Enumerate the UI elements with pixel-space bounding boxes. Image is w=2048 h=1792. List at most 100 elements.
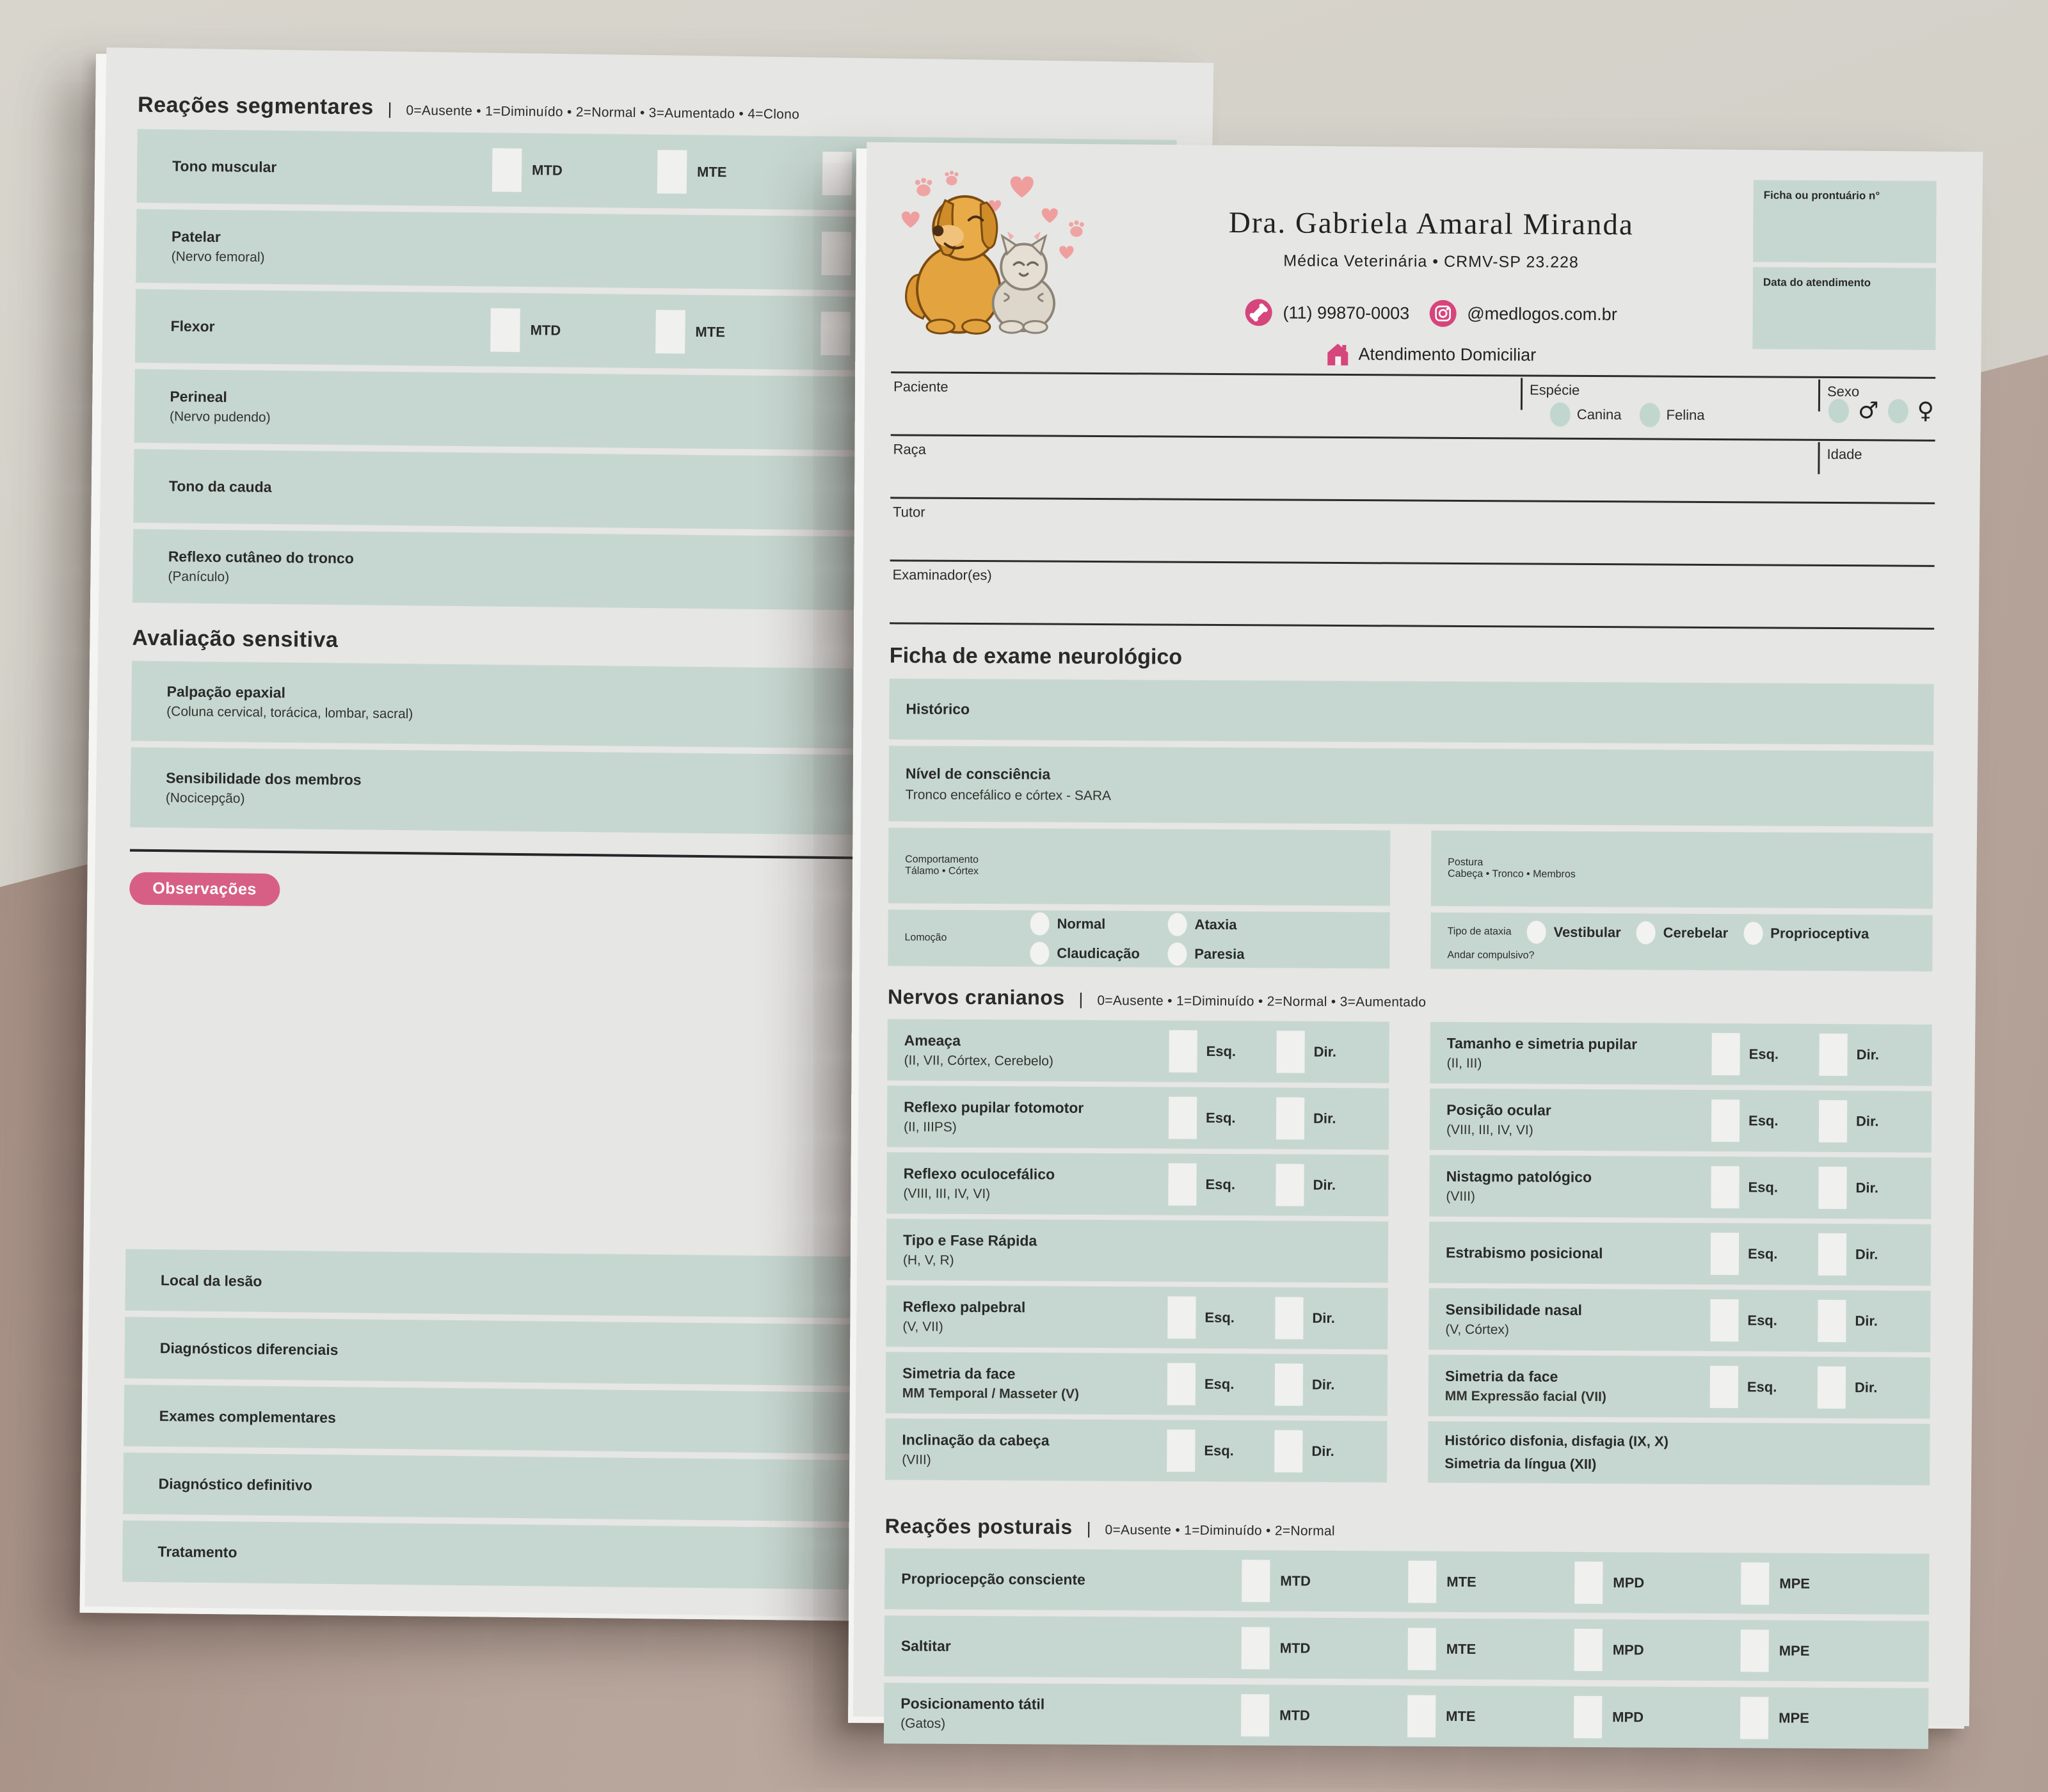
score-box-dir[interactable] — [1819, 1100, 1847, 1142]
row-sensibilidade-nasal[interactable]: Sensibilidade nasal(V, Córtex) Esq. Dir. — [1428, 1288, 1930, 1352]
checkbox-proprioceptiva[interactable] — [1743, 922, 1763, 945]
checkbox-paresia[interactable] — [1167, 943, 1187, 966]
row-propriocepcao[interactable]: Propriocepção consciente MTD MTE MPD MPE — [884, 1548, 1929, 1615]
limb-label: MTD — [1280, 1640, 1311, 1656]
row-ameaca[interactable]: Ameaça(II, VII, Córtex, Cerebelo) Esq. D… — [887, 1019, 1389, 1083]
row-inclinacao-cabeca[interactable]: Inclinação da cabeça(VIII) Esq. Dir. — [885, 1418, 1387, 1482]
limb-label: MTD — [532, 162, 563, 179]
score-box-dir[interactable] — [1818, 1300, 1846, 1342]
segment-legend: 0=Ausente • 1=Diminuído • 2=Normal • 3=A… — [406, 103, 799, 122]
field-nivel-consciencia[interactable]: Nível de consciência Tronco encefálico e… — [888, 746, 1933, 827]
field-historico[interactable]: Histórico — [889, 678, 1933, 745]
checkbox-vestibular[interactable] — [1526, 921, 1546, 944]
row-estrabismo[interactable]: Estrabismo posicional Esq. Dir. — [1429, 1222, 1931, 1286]
score-box-mpd[interactable] — [1574, 1561, 1603, 1603]
score-box-dir[interactable] — [1276, 1097, 1304, 1139]
row-sublabel: (VIII) — [902, 1452, 1167, 1469]
score-box-esq[interactable] — [1167, 1363, 1196, 1405]
doctor-role: Médica Veterinária • CRMV-SP 23.228 — [1109, 251, 1753, 273]
row-label: Reflexo palpebral — [902, 1298, 1167, 1316]
score-box-esq[interactable] — [1167, 1430, 1195, 1472]
row-saltitar[interactable]: Saltitar MTD MTE MPD MPE — [884, 1615, 1929, 1682]
score-box-mtd[interactable] — [1241, 1694, 1269, 1736]
row-sublabel: (II, VII, Córtex, Cerebelo) — [904, 1053, 1169, 1069]
row-posicao-ocular[interactable]: Posição ocular(VIII, III, IV, VI) Esq. D… — [1430, 1089, 1932, 1153]
checkbox-normal[interactable] — [1030, 912, 1049, 935]
row-label: Reflexo pupilar fotomotor — [904, 1098, 1169, 1117]
score-box-esq[interactable] — [1710, 1366, 1738, 1408]
score-box-mte[interactable] — [1408, 1628, 1436, 1670]
score-box-esq[interactable] — [1169, 1030, 1197, 1073]
score-box-mpd[interactable] — [1574, 1695, 1602, 1738]
row-reflexo-pupilar[interactable]: Reflexo pupilar fotomotor(II, IIIPS) Esq… — [887, 1085, 1389, 1149]
record-number-box[interactable]: Ficha ou prontuário n° — [1753, 180, 1937, 262]
row-tipo-fase-rapida[interactable]: Tipo e Fase Rápida(H, V, R) — [886, 1219, 1388, 1283]
score-box-mtd[interactable] — [1242, 1627, 1270, 1669]
score-box-esq[interactable] — [1711, 1166, 1739, 1208]
score-box-esq[interactable] — [1169, 1097, 1197, 1139]
phone-number: (11) 99870-0003 — [1283, 303, 1410, 323]
score-box-mte[interactable] — [1408, 1560, 1436, 1603]
field-postura[interactable]: Postura Cabeça • Tronco • Membros — [1431, 831, 1933, 909]
checkbox-ataxia[interactable] — [1167, 913, 1187, 936]
score-box-mtd[interactable] — [1242, 1560, 1270, 1602]
checkbox-cerebelar[interactable] — [1636, 921, 1656, 944]
checkbox-canina[interactable] — [1550, 403, 1571, 427]
score-box-mpe[interactable] — [1741, 1562, 1769, 1604]
row-nistagmo[interactable]: Nistagmo patológico(VIII) Esq. Dir. — [1429, 1155, 1931, 1219]
field-tutor[interactable]: Tutor — [890, 499, 1935, 565]
checkbox-felina[interactable] — [1639, 403, 1660, 427]
score-box-dir[interactable] — [1818, 1366, 1846, 1409]
score-box-dir[interactable] — [1275, 1363, 1303, 1405]
row-posicionamento-tatil[interactable]: Posicionamento tátil (Gatos) MTD MTE MPD… — [884, 1683, 1928, 1749]
score-box-mpe[interactable] — [1740, 1697, 1768, 1739]
row-tamanho-pupilar[interactable]: Tamanho e simetria pupilar(II, III) Esq.… — [1430, 1022, 1932, 1086]
row-reflexo-oculocefalico[interactable]: Reflexo oculocefálico(VIII, III, IV, VI)… — [886, 1152, 1388, 1216]
score-box-mte[interactable] — [657, 150, 687, 193]
score-box-esq[interactable] — [1168, 1164, 1196, 1206]
score-box-mte[interactable] — [1407, 1695, 1436, 1737]
field-comportamento[interactable]: Comportamento Tálamo • Córtex — [888, 828, 1391, 906]
row-simetria-face-expressao[interactable]: Simetria da faceMM Expressão facial (VII… — [1428, 1355, 1930, 1419]
limb-label: MTE — [1446, 1573, 1476, 1590]
score-box-mtd[interactable] — [492, 148, 522, 191]
option-label: Proprioceptiva — [1770, 925, 1869, 942]
female-symbol: ♀ — [1917, 398, 1934, 424]
score-box-mpd[interactable] — [822, 151, 852, 195]
score-box-esq[interactable] — [1167, 1297, 1196, 1339]
field-idade[interactable]: Idade — [1818, 441, 1935, 502]
option-label: Vestibular — [1553, 924, 1620, 941]
score-box-dir[interactable] — [1276, 1030, 1304, 1073]
field-especie: Espécie Canina Felina — [1521, 376, 1818, 438]
option-label: Normal — [1057, 916, 1105, 932]
score-box-esq[interactable] — [1710, 1299, 1738, 1341]
score-box-esq[interactable] — [1711, 1033, 1740, 1075]
field-paciente[interactable]: Paciente — [891, 373, 1521, 437]
row-historico-disfonia[interactable]: Histórico disfonia, disfagia (IX, X) Sim… — [1428, 1421, 1930, 1485]
score-box-dir[interactable] — [1818, 1233, 1846, 1276]
field-raca[interactable]: Raça — [890, 436, 1818, 502]
checkbox-male[interactable] — [1828, 398, 1849, 422]
score-box-dir[interactable] — [1275, 1297, 1303, 1339]
score-box-mpd[interactable] — [821, 231, 851, 275]
score-box-dir[interactable] — [1274, 1430, 1302, 1472]
score-box-esq[interactable] — [1711, 1233, 1739, 1275]
row-sublabel: (V, VII) — [902, 1319, 1167, 1336]
score-box-mte[interactable] — [655, 310, 685, 353]
score-box-mpe[interactable] — [1741, 1629, 1769, 1672]
checkbox-female[interactable] — [1887, 399, 1908, 423]
score-box-dir[interactable] — [1276, 1164, 1304, 1206]
field-examinador[interactable]: Examinador(es) — [890, 561, 1934, 628]
score-box-mpd[interactable] — [1574, 1628, 1603, 1670]
row-label: Saltitar — [901, 1637, 1242, 1656]
visit-date-box[interactable]: Data do atendimento — [1752, 267, 1936, 349]
score-box-dir[interactable] — [1818, 1167, 1846, 1209]
checkbox-claudicacao[interactable] — [1030, 941, 1049, 964]
score-box-mpd[interactable] — [820, 311, 851, 355]
row-simetria-face-masseter[interactable]: Simetria da faceMM Temporal / Masseter (… — [886, 1352, 1388, 1416]
score-box-mtd[interactable] — [490, 308, 520, 351]
score-box-esq[interactable] — [1711, 1100, 1740, 1142]
row-reflexo-palpebral[interactable]: Reflexo palpebral(V, VII) Esq. Dir. — [886, 1285, 1388, 1349]
score-box-dir[interactable] — [1819, 1034, 1847, 1076]
logo-illustration — [891, 170, 1110, 364]
